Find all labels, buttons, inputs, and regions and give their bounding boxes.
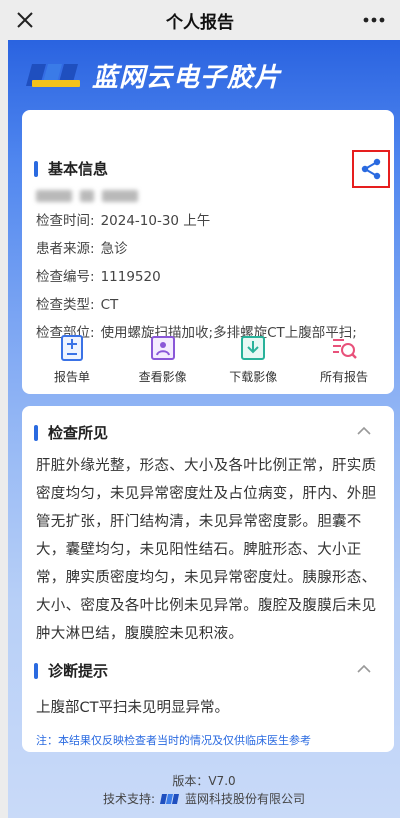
chevron-up-icon[interactable]	[356, 664, 372, 674]
report-icon	[61, 335, 83, 361]
page-title: 个人报告	[166, 12, 234, 33]
all-reports-button[interactable]: 所有报告	[304, 334, 384, 390]
share-icon	[361, 158, 381, 180]
top-bar: 个人报告	[0, 0, 400, 40]
findings-card: 检查所见 肝脏外缘光整，形态、大小及各叶比例正常，肝实质密度均匀，未见异常密度灶…	[22, 406, 394, 752]
company-name: 蓝网科技股份有限公司	[185, 792, 306, 806]
section-title: 基本信息	[48, 160, 109, 178]
report-button[interactable]: 报告单	[32, 334, 112, 390]
all-reports-icon	[332, 339, 357, 359]
section-marker	[34, 160, 38, 177]
diagnosis-header: 诊断提示	[34, 660, 108, 681]
basic-info-header: 基本信息	[34, 158, 108, 179]
section-marker	[34, 424, 38, 441]
disclaimer-note: 注：本结果仅反映检查者当时的情况及仅供临床医生参考	[36, 734, 311, 747]
image-view-icon	[150, 336, 175, 360]
version-text: 版本：V7.0	[172, 774, 236, 788]
section-marker	[34, 662, 38, 679]
info-row-patient-source: 患者来源: 急诊	[36, 241, 128, 257]
info-row-exam-id: 检查编号: 1119520	[36, 269, 161, 285]
close-icon[interactable]	[14, 9, 36, 31]
more-icon[interactable]	[362, 9, 386, 31]
brand: 蓝网云电子胶片	[26, 58, 282, 93]
brand-name: 蓝网云电子胶片	[92, 62, 282, 93]
diagnosis-text: 上腹部CT平扫未见明显异常。	[36, 700, 229, 716]
section-title: 诊断提示	[48, 662, 109, 680]
chevron-up-icon[interactable]	[356, 426, 372, 436]
info-row-exam-time: 检查时间: 2024-10-30 上午	[36, 213, 211, 229]
section-title: 检查所见	[48, 424, 109, 442]
share-button[interactable]	[352, 150, 390, 188]
download-icon	[241, 336, 266, 360]
info-row-exam-type: 检查类型: CT	[36, 297, 119, 313]
company-logo-icon	[160, 793, 180, 804]
brand-logo	[26, 64, 80, 87]
action-bar: 报告单 查看影像 下载影像 所有报告	[32, 334, 384, 390]
report-frame: 蓝网云电子胶片 基本信息 检查时间: 2024-10-30 上午 患者来源: 急诊 …	[8, 40, 400, 818]
tech-support: 技术支持: 蓝网科技股份有限公司	[8, 790, 400, 807]
download-image-button[interactable]: 下载影像	[213, 334, 293, 390]
findings-text: 肝脏外缘光整，形态、大小及各叶比例正常，肝实质密度均匀，未见异常密度灶及占位病变…	[36, 458, 377, 642]
patient-name-redacted	[36, 186, 196, 206]
support-label: 技术支持:	[102, 792, 156, 806]
findings-header: 检查所见	[34, 422, 108, 443]
basic-info-card: 基本信息 检查时间: 2024-10-30 上午 患者来源: 急诊 检查编号: 111…	[22, 110, 394, 394]
view-image-button[interactable]: 查看影像	[123, 334, 203, 390]
